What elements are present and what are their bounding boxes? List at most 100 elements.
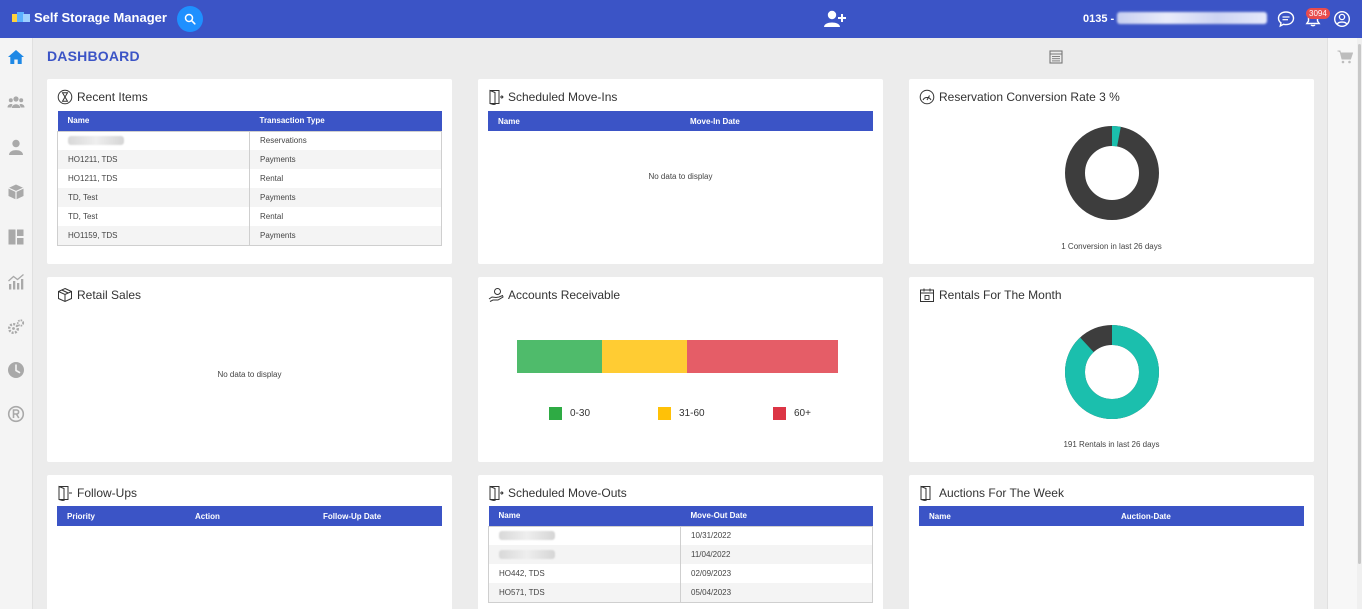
column-header-name[interactable]: Name [57, 111, 250, 131]
table-row[interactable]: HO1159, TDS Payments [57, 226, 442, 245]
table-row[interactable]: HO1211, TDS Rental [58, 169, 442, 188]
follow-ups-title: Follow-Ups [57, 485, 137, 501]
home-icon[interactable] [7, 48, 25, 66]
users-icon[interactable] [7, 93, 25, 111]
clock-icon[interactable] [7, 361, 25, 379]
chat-icon[interactable] [1277, 10, 1295, 28]
scheduled-move-outs-card: Scheduled Move-Outs Name Move-Out Date 1… [478, 475, 883, 609]
reports-icon[interactable] [7, 273, 25, 291]
box-icon[interactable] [7, 183, 25, 201]
recent-items-table: Name Transaction Type Reservations HO121… [57, 111, 442, 246]
row-name-redacted [489, 526, 681, 545]
scheduled-move-ins-title: Scheduled Move-Ins [488, 89, 617, 105]
logo-mark-icon [12, 11, 32, 25]
table-row[interactable]: HO442, TDS 02/09/2023 [489, 564, 873, 583]
legend-item-31-60[interactable]: 31-60 [658, 407, 705, 420]
receivable-stacked-bar [517, 340, 838, 373]
segment-31-60[interactable] [602, 340, 688, 373]
left-sidebar [0, 38, 33, 609]
add-user-icon[interactable] [823, 9, 847, 29]
column-header-move-out-date[interactable]: Move-Out Date [680, 506, 873, 526]
hourglass-icon [57, 89, 73, 105]
table-row[interactable]: 11/04/2022 [488, 545, 873, 564]
legend-swatch [549, 407, 562, 420]
reservation-conversion-title: Reservation Conversion Rate 3 % [919, 89, 1120, 105]
gauge-icon [919, 89, 935, 105]
recent-items-card: Recent Items Name Transaction Type Reser… [47, 79, 452, 264]
column-header-priority[interactable]: Priority [57, 506, 185, 526]
top-bar: Self Storage Manager 0135 - 3094 [0, 0, 1362, 38]
layout-icon[interactable] [7, 228, 25, 246]
column-header-name[interactable]: Name [488, 111, 680, 131]
legend-swatch [773, 407, 786, 420]
column-header-auction-date[interactable]: Auction-Date [1111, 506, 1304, 526]
segment-60-plus[interactable] [687, 340, 838, 373]
table-row[interactable]: HO1211, TDS Payments [57, 150, 442, 169]
global-search-button[interactable] [177, 6, 203, 32]
empty-state-text: No data to display [217, 370, 282, 379]
rentals-caption: 191 Rentals in last 26 days [1063, 440, 1160, 449]
scheduled-move-ins-table: Name Move-In Date [488, 111, 873, 131]
rentals-slice[interactable] [1065, 325, 1159, 419]
legend-item-0-30[interactable]: 0-30 [549, 407, 590, 420]
accounts-receivable-title: Accounts Receivable [488, 287, 620, 303]
table-row[interactable]: TD, Test Payments [57, 188, 442, 207]
table-row[interactable]: Reservations [58, 131, 442, 150]
door-exit-icon [489, 485, 504, 501]
door-icon [58, 485, 72, 501]
column-header-name[interactable]: Name [488, 506, 681, 526]
conversion-donut-chart [1065, 126, 1159, 220]
app-title: Self Storage Manager [34, 10, 167, 25]
package-icon [58, 287, 72, 303]
app-logo[interactable]: Self Storage Manager [12, 10, 167, 25]
reservation-conversion-card: Reservation Conversion Rate 3 % 1 Conver… [909, 79, 1314, 264]
legend-item-60-plus[interactable]: 60+ [773, 407, 811, 420]
layout-settings-icon[interactable] [1049, 50, 1063, 64]
hand-money-icon [488, 288, 504, 302]
retail-sales-card: Retail Sales No data to display [47, 277, 452, 462]
rentals-month-title: Rentals For The Month [919, 287, 1062, 303]
scheduled-move-outs-title: Scheduled Move-Outs [488, 485, 627, 501]
auctions-week-card: Auctions For The Week Name Auction-Date [909, 475, 1314, 609]
conversion-caption: 1 Conversion in last 26 days [1061, 242, 1162, 251]
auctions-week-table: Name Auction-Date [919, 506, 1304, 526]
calendar-icon [920, 288, 934, 302]
account-name-redacted [1117, 12, 1267, 24]
accounts-receivable-card: Accounts Receivable 0-30 31-60 60+ [478, 277, 883, 462]
recent-items-title: Recent Items [57, 89, 148, 105]
row-name-redacted [58, 131, 250, 150]
rentals-donut-chart [1065, 325, 1159, 419]
table-row[interactable]: HO571, TDS 05/04/2023 [488, 583, 873, 602]
retail-sales-title: Retail Sales [57, 287, 141, 303]
column-header-transaction-type[interactable]: Transaction Type [249, 111, 442, 131]
registered-icon[interactable] [7, 405, 25, 423]
rentals-month-card: Rentals For The Month 191 Rentals in las… [909, 277, 1314, 462]
empty-state-text: No data to display [648, 172, 713, 181]
row-name-redacted [488, 545, 681, 564]
column-header-name[interactable]: Name [919, 506, 1111, 526]
page-title: DASHBOARD [47, 48, 140, 64]
table-row[interactable]: TD, Test Rental [58, 207, 442, 226]
column-header-follow-up-date[interactable]: Follow-Up Date [313, 506, 442, 526]
door-icon [920, 485, 931, 501]
not-converted-slice[interactable] [1065, 126, 1159, 220]
settings-icon[interactable] [7, 318, 25, 336]
door-icon [489, 89, 504, 105]
cart-icon[interactable] [1337, 50, 1353, 64]
scrollbar-thumb[interactable] [1358, 44, 1361, 564]
column-header-move-in-date[interactable]: Move-In Date [680, 111, 873, 131]
scheduled-move-outs-table: Name Move-Out Date 10/31/2022 11/04/2022… [488, 506, 873, 603]
segment-0-30[interactable] [517, 340, 603, 373]
user-account-icon[interactable] [1333, 10, 1351, 28]
follow-ups-card: Follow-Ups Priority Action Follow-Up Dat… [47, 475, 452, 609]
search-icon [184, 13, 196, 25]
notification-count-badge: 3094 [1306, 8, 1330, 19]
user-icon[interactable] [7, 138, 25, 156]
follow-ups-table: Priority Action Follow-Up Date [57, 506, 442, 526]
legend-swatch [658, 407, 671, 420]
scheduled-move-ins-card: Scheduled Move-Ins Name Move-In Date No … [478, 79, 883, 264]
table-row[interactable]: 10/31/2022 [489, 526, 873, 545]
column-header-action[interactable]: Action [185, 506, 313, 526]
auctions-week-title: Auctions For The Week [919, 485, 1064, 501]
account-number: 0135 - [1083, 13, 1115, 25]
